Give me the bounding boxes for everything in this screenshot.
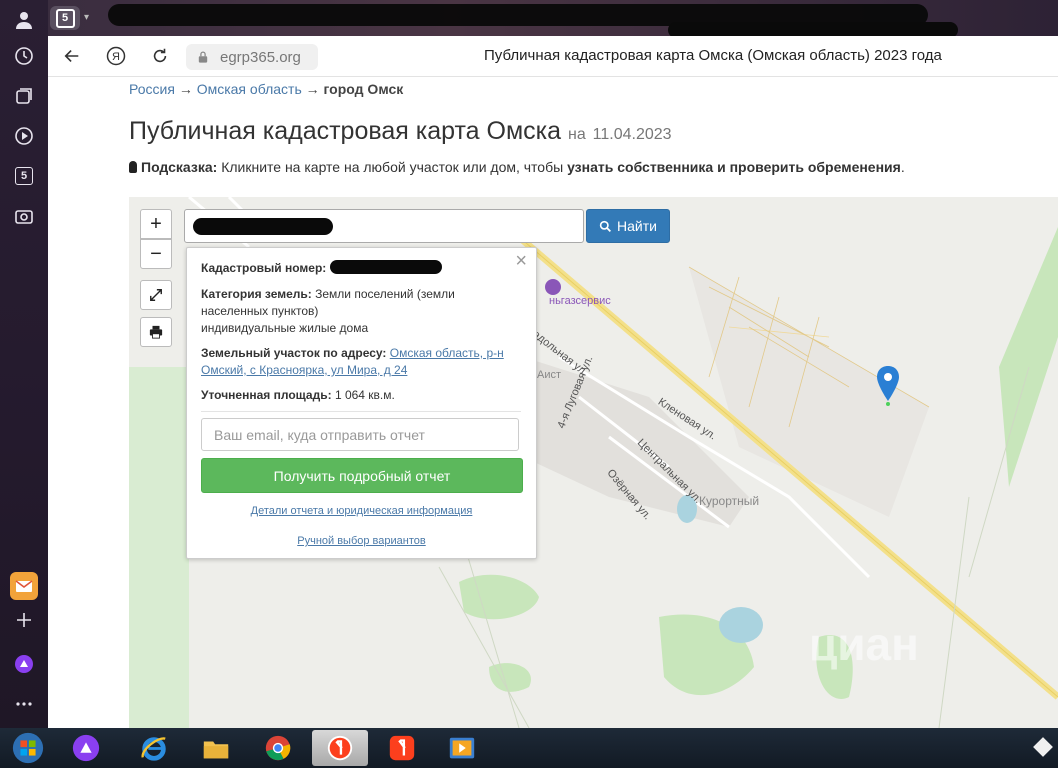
chevron-down-icon[interactable]: ▾ (84, 12, 89, 23)
reload-button[interactable] (148, 44, 172, 68)
start-button[interactable] (2, 730, 54, 766)
breadcrumb-region[interactable]: Омская область (197, 81, 302, 97)
hint: Подсказка: Кликните на карте на любой уч… (129, 159, 905, 175)
window-title: Публичная кадастровая карта Омска (Омска… (484, 47, 942, 64)
breadcrumb: Россия → Омская область → город Омск (129, 81, 403, 97)
chrome-icon (265, 735, 291, 761)
map-poi-icon[interactable] (545, 279, 561, 295)
more-icon[interactable] (10, 690, 38, 718)
yandex-taskbar-button[interactable] (376, 730, 428, 766)
tab-counter-button[interactable]: 5 (50, 6, 80, 30)
explorer-taskbar-button[interactable] (190, 730, 242, 766)
page-content: Россия → Омская область → город Омск Пуб… (48, 77, 1058, 728)
windows-icon (12, 732, 44, 764)
email-field[interactable]: Ваш email, куда отправить отчет (201, 418, 519, 451)
collections-icon[interactable] (10, 82, 38, 110)
map-label-gas: ньгазсервис (549, 295, 611, 307)
lightbulb-icon (129, 161, 137, 173)
category-row: Категория земель: Земли поселений (земли… (201, 286, 521, 337)
hint-bold: узнать собственника и проверить обремене… (567, 159, 901, 175)
svg-text:Я: Я (112, 51, 120, 63)
hint-label: Подсказка: (141, 159, 218, 175)
cadastral-row: Кадастровый номер: (201, 260, 521, 277)
get-report-button[interactable]: Получить подробный отчет (201, 458, 523, 493)
internet-explorer-icon (141, 737, 166, 761)
tab-strip (48, 0, 1058, 38)
yandex-browser-taskbar-button[interactable] (312, 730, 368, 766)
area-label: Уточненная площадь: (201, 388, 332, 402)
cadastral-map[interactable]: ньгазсервис Аист Курортный адольная ул. … (129, 197, 1058, 728)
url-text: egrp365.org (220, 49, 301, 66)
cadastral-label: Кадастровый номер: (201, 261, 327, 275)
manual-select-link[interactable]: Ручной выбор вариантов (297, 535, 425, 547)
page-date: 11.04.2023 (592, 126, 672, 143)
details-link-row: Детали отчета и юридическая информация (187, 505, 536, 517)
address-label: Земельный участок по адресу: (201, 346, 387, 360)
yandex-icon[interactable]: Я (104, 44, 128, 68)
category-label: Категория земель: (201, 287, 312, 301)
page-title-text: Публичная кадастровая карта Омска (129, 117, 562, 145)
location-marker-icon[interactable] (876, 364, 900, 406)
url-field[interactable]: egrp365.org (186, 44, 318, 70)
area-row: Уточненная площадь: 1 064 кв.м. (201, 387, 521, 404)
printer-icon (149, 325, 163, 339)
breadcrumb-separator: → (305, 81, 320, 97)
address-row: Земельный участок по адресу: Омская обла… (201, 345, 521, 379)
zoom-out-button[interactable]: − (140, 239, 172, 269)
video-icon[interactable] (10, 122, 38, 150)
ie-taskbar-button[interactable] (128, 730, 180, 766)
browser-sidebar: 5 (0, 0, 48, 728)
alice-icon[interactable] (10, 650, 38, 678)
search-icon (599, 220, 612, 232)
map-search-input[interactable] (184, 209, 584, 243)
lock-icon (198, 51, 208, 63)
screenshot-icon[interactable] (10, 202, 38, 230)
hint-end: . (900, 159, 905, 175)
manual-link-row: Ручной выбор вариантов (187, 535, 536, 547)
video-player-icon (449, 737, 475, 759)
redacted-cadastral-number (329, 260, 442, 274)
watermark: циан (809, 618, 919, 670)
hint-text: Кликните на карте на любой участок или д… (221, 159, 564, 175)
mail-icon[interactable] (10, 572, 38, 600)
tabs-count-icon[interactable]: 5 (10, 162, 38, 190)
back-button[interactable] (60, 44, 84, 68)
map-label-kurortny: Курортный (699, 494, 760, 508)
breadcrumb-russia[interactable]: Россия (129, 81, 175, 97)
expand-icon (150, 289, 162, 301)
chrome-taskbar-button[interactable] (252, 730, 304, 766)
redacted-search-value (193, 218, 333, 235)
print-button[interactable] (140, 317, 172, 347)
tray-icon[interactable] (1033, 737, 1053, 757)
history-icon[interactable] (10, 42, 38, 70)
zoom-in-button[interactable]: + (140, 209, 172, 239)
taskbar (0, 728, 1058, 768)
page-date-prefix: на (567, 126, 586, 143)
add-panel-icon[interactable] (10, 606, 38, 634)
parcel-info-popup: × Кадастровый номер: Категория земель: З… (186, 247, 537, 559)
details-link[interactable]: Детали отчета и юридическая информация (251, 505, 473, 517)
map-label-aist: Аист (537, 369, 562, 381)
yandex-browser-icon (327, 735, 353, 761)
yandex-icon (389, 735, 415, 761)
breadcrumb-city: город Омск (323, 81, 404, 97)
area-value: 1 064 кв.м. (334, 388, 395, 402)
find-button-label: Найти (617, 218, 657, 234)
media-taskbar-button[interactable] (436, 730, 488, 766)
find-button[interactable]: Найти (586, 209, 670, 243)
alice-icon (72, 734, 100, 762)
divider (201, 411, 521, 412)
page-title: Публичная кадастровая карта Омска на 11.… (129, 117, 672, 146)
category-use: индивидуальные жилые дома (201, 321, 369, 335)
alice-taskbar-button[interactable] (60, 730, 112, 766)
fullscreen-button[interactable] (140, 280, 172, 310)
profile-icon[interactable] (10, 6, 38, 34)
breadcrumb-separator: → (178, 81, 193, 97)
folder-icon (203, 741, 229, 759)
address-bar: Я egrp365.org Публичная кадастровая карт… (48, 36, 1058, 77)
